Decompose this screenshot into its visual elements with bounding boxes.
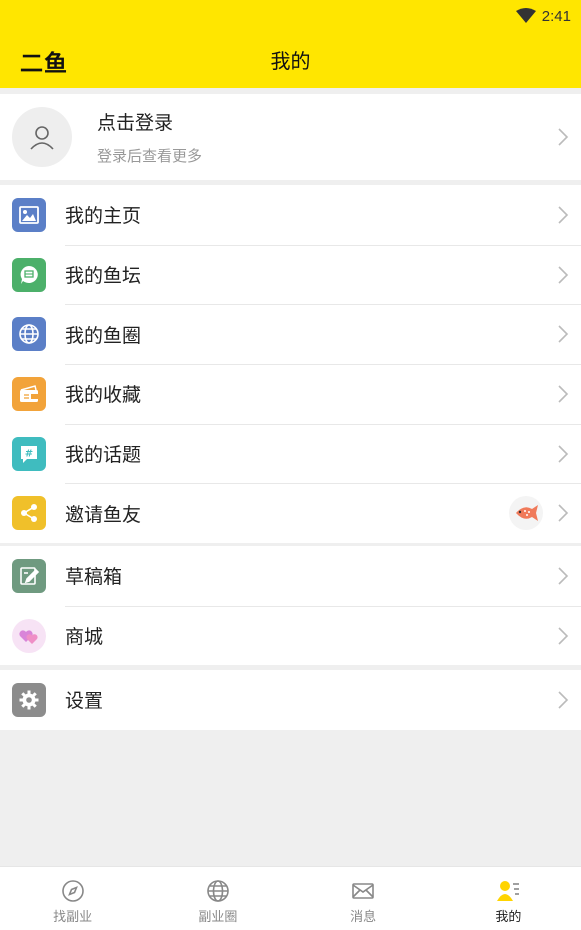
hearts-icon xyxy=(12,618,46,653)
chevron-right-icon xyxy=(558,691,569,709)
login-title: 点击登录 xyxy=(97,112,174,134)
tab-label: 消息 xyxy=(350,910,377,925)
chevron-right-icon xyxy=(558,206,569,224)
image-icon xyxy=(12,197,46,232)
menu-group-settings: 设置 xyxy=(0,670,581,730)
login-subtitle: 登录后查看更多 xyxy=(97,147,203,165)
tab-find-sidejob[interactable]: 找副业 xyxy=(0,867,145,930)
wallet-icon xyxy=(12,376,46,411)
tab-label: 我的 xyxy=(495,910,522,925)
menu-item-favorites[interactable]: 我的收藏 xyxy=(0,364,581,424)
wifi-icon xyxy=(515,8,536,23)
menu-item-topics[interactable]: # 我的话题 xyxy=(0,423,581,484)
menu-item-label: 设置 xyxy=(65,690,104,713)
profile-icon xyxy=(497,881,520,901)
menu-item-label: 我的鱼圈 xyxy=(65,324,142,347)
menu-item-label: 邀请鱼友 xyxy=(65,503,142,526)
chevron-right-icon xyxy=(558,445,569,463)
menu-item-homepage[interactable]: 我的主页 xyxy=(0,185,581,245)
menu-item-label: 我的话题 xyxy=(65,444,142,467)
menu-item-forum[interactable]: 我的鱼坛 xyxy=(0,244,581,305)
chevron-right-icon xyxy=(558,567,569,585)
menu-item-label: 我的主页 xyxy=(65,205,142,228)
chevron-right-icon xyxy=(558,385,569,403)
menu-item-label: 我的收藏 xyxy=(65,384,142,407)
tab-messages[interactable]: 消息 xyxy=(291,867,436,930)
draft-icon xyxy=(12,558,46,593)
login-card[interactable]: 点击登录 登录后查看更多 xyxy=(0,94,581,180)
svg-text:#: # xyxy=(25,448,33,459)
chevron-right-icon xyxy=(558,504,569,522)
chat-bubble-icon xyxy=(12,257,46,292)
top-bar: 2:41 二鱼 我的 xyxy=(0,0,581,88)
page-title: 我的 xyxy=(270,49,311,73)
gear-icon xyxy=(12,682,46,717)
hashtag-icon: # xyxy=(12,436,46,471)
tab-label: 找副业 xyxy=(53,910,93,925)
menu-item-label: 商城 xyxy=(65,626,104,649)
globe-icon xyxy=(12,317,46,352)
menu-item-mall[interactable]: 商城 xyxy=(0,605,581,666)
user-icon xyxy=(30,126,54,150)
share-icon xyxy=(12,496,46,531)
status-time: 2:41 xyxy=(541,7,571,25)
status-bar: 2:41 xyxy=(515,6,571,26)
chevron-right-icon xyxy=(558,325,569,343)
menu-group-main: 我的主页 我的鱼坛 我的鱼圈 我的收藏 # 我的话题 邀请鱼友 xyxy=(0,185,581,544)
envelope-icon xyxy=(352,883,374,899)
menu-item-label: 我的鱼坛 xyxy=(65,265,142,288)
tab-sidejob-circle[interactable]: 副业圈 xyxy=(145,867,290,930)
menu-item-circle[interactable]: 我的鱼圈 xyxy=(0,304,581,364)
fish-icon xyxy=(516,505,538,522)
chevron-right-icon xyxy=(558,626,569,645)
menu-item-label: 草稿箱 xyxy=(65,566,123,589)
menu-item-drafts[interactable]: 草稿箱 xyxy=(0,546,581,606)
avatar[interactable] xyxy=(12,107,72,167)
bottom-nav: 找副业 副业圈 消息 我的 xyxy=(0,866,581,930)
tab-label: 副业圈 xyxy=(198,910,238,925)
chevron-right-icon xyxy=(558,128,569,146)
globe-icon xyxy=(207,880,229,902)
menu-item-settings[interactable]: 设置 xyxy=(0,670,581,730)
chevron-right-icon xyxy=(558,265,569,284)
menu-item-invite[interactable]: 邀请鱼友 xyxy=(0,483,581,543)
tab-mine[interactable]: 我的 xyxy=(436,867,581,930)
menu-group-extra: 草稿箱 商城 xyxy=(0,546,581,666)
compass-icon xyxy=(61,880,84,902)
fish-badge xyxy=(509,496,543,531)
